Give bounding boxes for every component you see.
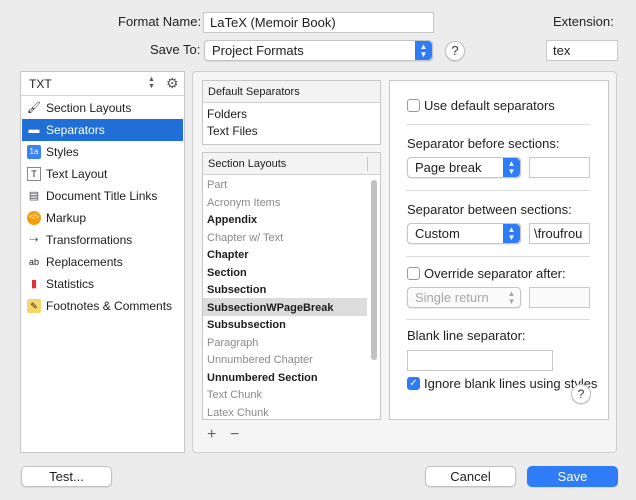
use-default-checkbox[interactable] — [407, 99, 420, 112]
between-sections-label: Separator between sections: — [407, 202, 572, 217]
list-header-label: Section Layouts — [208, 158, 287, 170]
layout-item-latex-chunk[interactable]: Latex Chunk — [207, 405, 269, 420]
divider — [406, 190, 590, 191]
layout-item-appendix[interactable]: Appendix — [207, 212, 257, 230]
list-header: Section Layouts — [203, 153, 380, 175]
sidebar-item-statistics[interactable]: ▮ Statistics — [22, 273, 183, 295]
test-button[interactable]: Test... — [21, 466, 112, 487]
before-sections-label: Separator before sections: — [407, 136, 560, 151]
layout-item-unnumbered-section[interactable]: Unnumbered Section — [207, 370, 318, 388]
sidebar-item-label: Markup — [46, 211, 87, 225]
sidebar-item-markup[interactable]: </> Markup — [22, 207, 183, 229]
type-value: TXT — [29, 77, 52, 91]
updown-chevron-icon: ▲ ▼ — [503, 224, 520, 243]
between-sections-value: Custom — [415, 226, 460, 241]
sidebar-item-label: Section Layouts — [46, 101, 132, 115]
extension-label: Extension: — [553, 14, 614, 29]
override-checkbox[interactable] — [407, 267, 420, 280]
between-custom-field[interactable]: \froufrou — [529, 223, 590, 244]
cancel-button[interactable]: Cancel — [425, 466, 516, 487]
updown-chevron-icon: ▲ ▼ — [507, 289, 516, 306]
layout-item-acronym-items[interactable]: Acronym Items — [207, 195, 280, 213]
blank-line-label: Blank line separator: — [407, 328, 526, 343]
divider — [406, 256, 590, 257]
layout-item-section[interactable]: Section — [207, 265, 247, 283]
override-value: Single return — [415, 290, 489, 305]
sidebar-item-separators[interactable]: ▬ Separators — [22, 119, 183, 141]
sidebar: TXT ▲ ▼ ⚙ 🖌 Section Layouts ▬ Separators … — [20, 71, 185, 453]
list-item-text-files[interactable]: Text Files — [207, 124, 258, 138]
updown-chevron-icon: ▲ ▼ — [503, 158, 520, 177]
text-layout-icon: T — [27, 167, 41, 181]
bar-chart-icon: ▮ — [30, 278, 38, 290]
sidebar-item-replacements[interactable]: ab Replacements — [22, 251, 183, 273]
layout-item-chapter[interactable]: Chapter — [207, 247, 249, 265]
use-default-label: Use default separators — [424, 98, 555, 113]
extension-field[interactable]: tex — [546, 40, 618, 61]
layout-item-paragraph[interactable]: Paragraph — [207, 335, 258, 353]
updown-chevron-icon: ▲ ▼ — [415, 41, 432, 60]
before-sections-value: Page break — [415, 160, 482, 175]
layout-item-subsection[interactable]: Subsection — [207, 282, 266, 300]
sidebar-item-section-layouts[interactable]: 🖌 Section Layouts — [22, 97, 183, 119]
save-to-label: Save To: — [150, 42, 201, 57]
sidebar-item-label: Separators — [46, 123, 105, 137]
code-icon: </> — [27, 211, 41, 225]
layout-item-subsectionwpagebreak[interactable]: SubsectionWPageBreak — [207, 300, 334, 318]
default-separators-list: Default Separators Folders Text Files — [202, 80, 381, 145]
blank-line-field[interactable] — [407, 350, 553, 371]
document-icon: ▤ — [28, 190, 40, 202]
settings-help-button[interactable]: ? — [571, 384, 591, 404]
ignore-blank-checkbox[interactable]: ✓ — [407, 377, 420, 390]
remove-icon[interactable]: − — [230, 426, 239, 444]
override-popup[interactable]: Single return ▲ ▼ — [407, 287, 521, 308]
save-to-value: Project Formats — [212, 43, 304, 58]
sidebar-item-document-title-links[interactable]: ▤ Document Title Links — [22, 185, 183, 207]
sidebar-item-label: Styles — [46, 145, 79, 159]
section-layouts-list: Section Layouts Part Acronym Items Appen… — [202, 152, 381, 420]
gear-icon[interactable]: ⚙ — [166, 75, 179, 92]
format-name-label: Format Name: — [118, 14, 202, 29]
sidebar-item-label: Document Title Links — [46, 189, 158, 203]
layout-item-subsubsection[interactable]: Subsubsection — [207, 317, 286, 335]
separator-icon: ▬ — [28, 124, 40, 136]
scrollbar-thumb[interactable] — [371, 180, 377, 360]
sidebar-item-label: Statistics — [46, 277, 95, 291]
save-to-popup[interactable]: Project Formats ▲ ▼ — [204, 40, 433, 61]
between-sections-popup[interactable]: Custom ▲ ▼ — [407, 223, 521, 244]
save-button[interactable]: Save — [527, 466, 618, 487]
brush-icon: 🖌 — [27, 102, 41, 114]
sidebar-item-text-layout[interactable]: T Text Layout — [22, 163, 183, 185]
list-header: Default Separators — [203, 81, 380, 103]
format-name-field[interactable]: LaTeX (Memoir Book) — [203, 12, 434, 33]
layout-item-unnumbered-chapter[interactable]: Unnumbered Chapter — [207, 352, 313, 370]
override-label: Override separator after: — [424, 266, 566, 281]
help-button[interactable]: ? — [445, 41, 465, 61]
override-custom-field[interactable] — [529, 287, 590, 308]
type-selector[interactable]: TXT ▲ ▼ ⚙ — [21, 72, 184, 96]
add-icon[interactable]: + — [207, 426, 216, 444]
styles-icon: 1a — [27, 145, 41, 159]
before-custom-field[interactable] — [529, 157, 590, 178]
transform-icon: ⇢ — [29, 234, 39, 246]
updown-chevron-icon: ▲ ▼ — [148, 76, 155, 90]
sidebar-item-styles[interactable]: 1a Styles — [22, 141, 183, 163]
layout-item-text-chunk[interactable]: Text Chunk — [207, 387, 262, 405]
sidebar-item-label: Transformations — [46, 233, 133, 247]
sidebar-item-label: Footnotes & Comments — [46, 299, 173, 313]
sidebar-item-transformations[interactable]: ⇢ Transformations — [22, 229, 183, 251]
column-divider — [367, 157, 368, 171]
replace-icon: ab — [28, 257, 39, 267]
sidebar-item-label: Replacements — [46, 255, 123, 269]
note-icon: ✎ — [27, 299, 41, 313]
sidebar-item-footnotes-comments[interactable]: ✎ Footnotes & Comments — [22, 295, 183, 317]
divider — [406, 319, 590, 320]
sidebar-item-label: Text Layout — [46, 167, 108, 181]
before-sections-popup[interactable]: Page break ▲ ▼ — [407, 157, 521, 178]
layout-item-chapter-w-text[interactable]: Chapter w/ Text — [207, 230, 283, 248]
list-item-folders[interactable]: Folders — [207, 107, 247, 121]
layout-item-part[interactable]: Part — [207, 177, 227, 195]
divider — [406, 124, 590, 125]
